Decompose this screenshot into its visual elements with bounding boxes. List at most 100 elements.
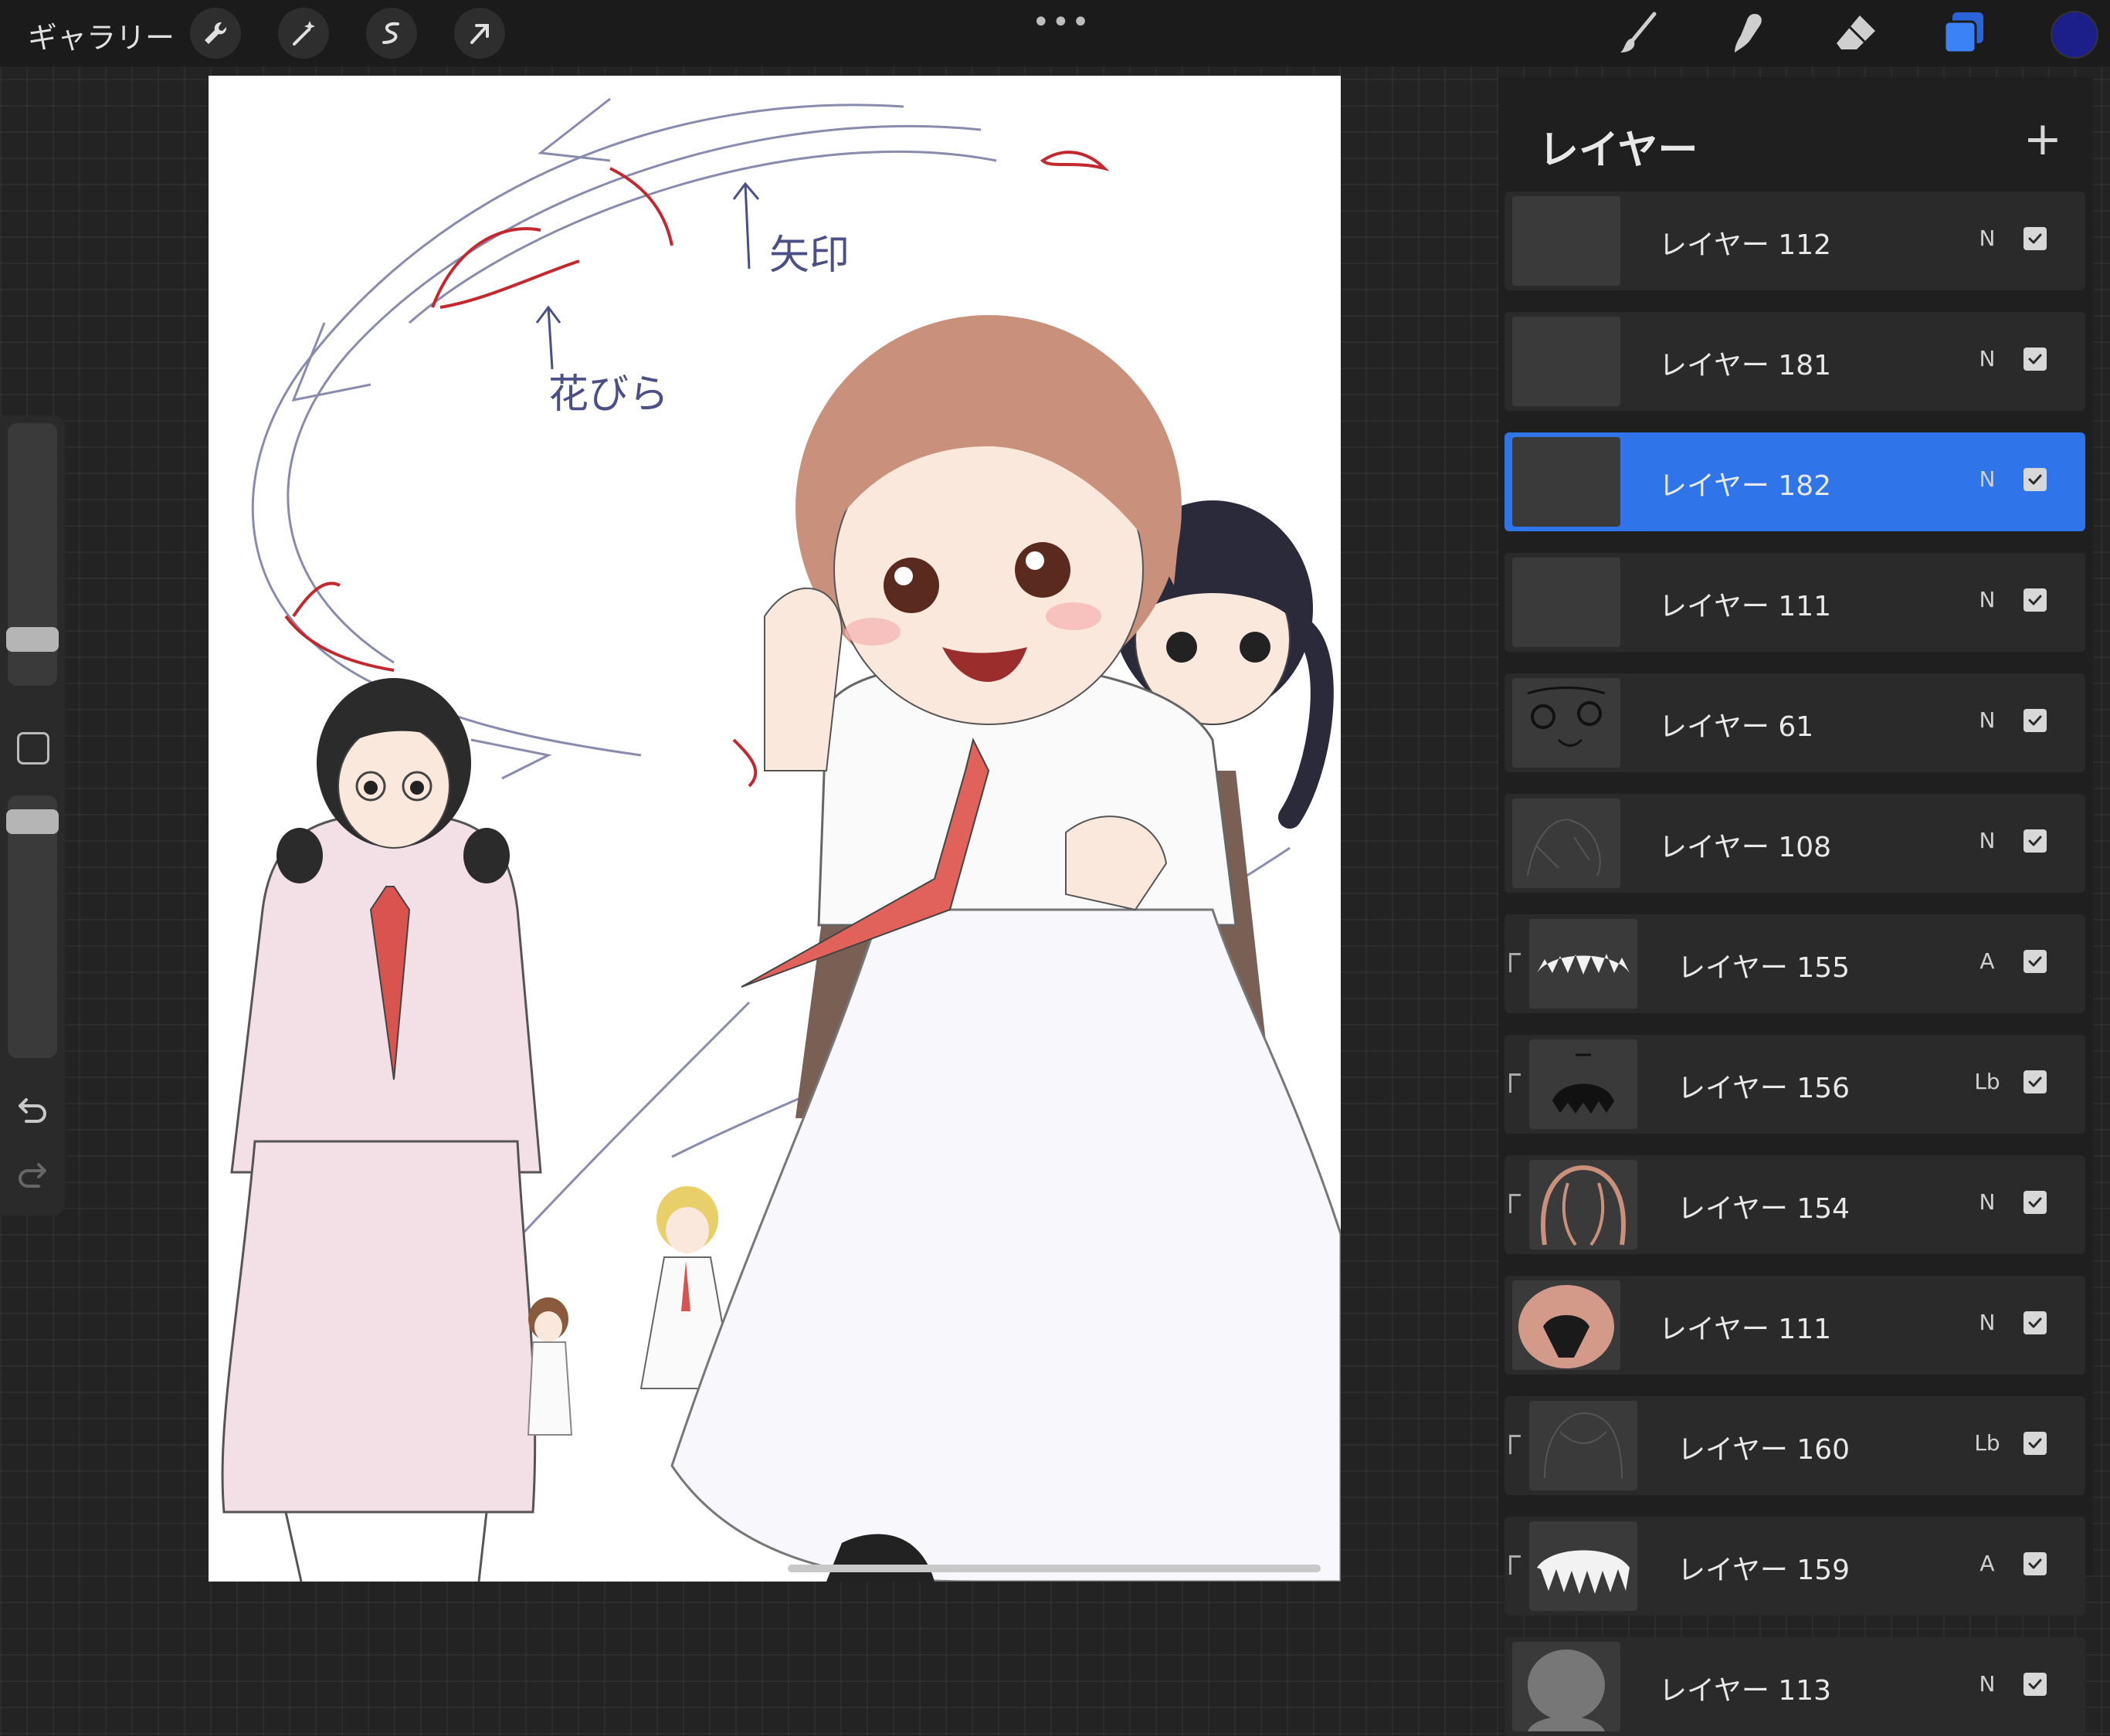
layer-name: レイヤー 108: [1659, 832, 1832, 863]
checkmark-icon: [2028, 474, 2042, 485]
layer-name: レイヤー 155: [1677, 952, 1850, 984]
clipping-mask-indicator: [1509, 953, 1521, 972]
redo-icon[interactable]: [15, 1157, 49, 1191]
checkmark-icon: [2028, 836, 2042, 846]
layer-blend-mode[interactable]: N: [1968, 225, 2007, 251]
layer-visibility-checkbox[interactable]: [2023, 1311, 2047, 1334]
drawing-canvas[interactable]: 矢印 花びら: [209, 76, 1341, 1582]
layer-blend-mode[interactable]: N: [1968, 587, 2007, 612]
color-picker-button[interactable]: [2051, 11, 2098, 59]
layer-visibility-checkbox[interactable]: [2023, 709, 2047, 732]
checkmark-icon: [2028, 1438, 2042, 1449]
layer-row-2[interactable]: レイヤー 182 N: [1504, 432, 2085, 531]
eraser-icon: [1837, 15, 1875, 49]
layer-visibility-checkbox[interactable]: [2023, 950, 2047, 973]
layer-row-9[interactable]: レイヤー 111 N: [1504, 1276, 2085, 1375]
opacity-slider[interactable]: [8, 795, 57, 1058]
eraser-button[interactable]: [1832, 9, 1880, 57]
layer-blend-mode[interactable]: N: [1968, 1671, 2007, 1697]
layer-row-4[interactable]: レイヤー 61 N: [1504, 673, 2085, 772]
layer-name: レイヤー 156: [1677, 1073, 1850, 1104]
layer-blend-mode[interactable]: A: [1968, 1551, 2007, 1576]
layer-visibility-checkbox[interactable]: [2023, 588, 2047, 612]
layer-blend-mode[interactable]: Lb: [1968, 1069, 2007, 1094]
layer-row-11[interactable]: レイヤー 159 A: [1504, 1517, 2085, 1616]
layer-blend-mode[interactable]: N: [1968, 828, 2007, 853]
layer-thumbnail: [1529, 1039, 1637, 1129]
clipping-mask-indicator: [1509, 1073, 1521, 1093]
layer-visibility-checkbox[interactable]: [2023, 227, 2047, 250]
layer-blend-mode[interactable]: N: [1968, 1189, 2007, 1215]
brush-button[interactable]: [1616, 9, 1664, 57]
actions-button[interactable]: [190, 8, 241, 59]
checkmark-icon: [2028, 1558, 2042, 1569]
more-options-button[interactable]: •••: [1032, 5, 1091, 40]
layer-name: レイヤー 113: [1659, 1675, 1832, 1707]
annotation-petals-text: 花びら: [548, 371, 669, 418]
checkmark-icon: [2028, 595, 2042, 605]
clipping-mask-indicator: [1509, 1435, 1521, 1454]
left-sidebar: [0, 415, 65, 1216]
layer-thumbnail: [1512, 798, 1620, 888]
layers-panel-title: レイヤー: [1538, 127, 1698, 174]
layer-thumbnail: [1512, 196, 1620, 286]
layer-name: レイヤー 111: [1659, 591, 1832, 622]
layer-thumbnail: [1529, 1401, 1637, 1490]
layer-name: レイヤー 160: [1677, 1434, 1850, 1466]
layer-visibility-checkbox[interactable]: [2023, 1552, 2047, 1575]
layer-row-10[interactable]: レイヤー 160 Lb: [1504, 1396, 2085, 1495]
layer-visibility-checkbox[interactable]: [2023, 1432, 2047, 1455]
gallery-button[interactable]: ギャラリー: [28, 14, 175, 56]
layer-blend-mode[interactable]: Lb: [1968, 1430, 2007, 1456]
transform-arrow-icon: [470, 24, 489, 44]
layer-blend-mode[interactable]: N: [1968, 466, 2007, 492]
layers-button[interactable]: [1940, 9, 1988, 57]
home-indicator: [788, 1565, 1321, 1572]
layer-row-8[interactable]: レイヤー 154 N: [1504, 1155, 2085, 1254]
layer-blend-mode[interactable]: N: [1968, 346, 2007, 371]
smudge-button[interactable]: [1724, 9, 1772, 57]
layer-visibility-checkbox[interactable]: [2023, 1070, 2047, 1093]
brush-size-thumb[interactable]: [6, 627, 59, 652]
layer-visibility-checkbox[interactable]: [2023, 468, 2047, 491]
top-toolbar: ギャラリー •••: [0, 0, 2110, 66]
layer-blend-mode[interactable]: A: [1968, 948, 2007, 974]
smudge-icon: [1735, 14, 1762, 53]
layer-row-6[interactable]: レイヤー 155 A: [1504, 914, 2085, 1013]
checkmark-icon: [2028, 715, 2042, 726]
layer-thumbnail: [1512, 558, 1620, 647]
undo-icon[interactable]: [15, 1092, 49, 1126]
checkmark-icon: [2028, 1317, 2042, 1328]
layer-row-3[interactable]: レイヤー 111 N: [1504, 553, 2085, 652]
brush-icon: [1620, 12, 1657, 53]
layer-row-12[interactable]: レイヤー 113 N: [1504, 1637, 2085, 1736]
selection-button[interactable]: [366, 8, 417, 59]
layers-icon: [1943, 12, 1983, 54]
clipping-mask-indicator: [1509, 1555, 1521, 1575]
layer-visibility-checkbox[interactable]: [2023, 829, 2047, 853]
checkmark-icon: [2028, 354, 2042, 364]
layer-row-0[interactable]: レイヤー 112 N: [1504, 192, 2085, 290]
artwork: 矢印 花びら: [221, 97, 1341, 1582]
layer-visibility-checkbox[interactable]: [2023, 1191, 2047, 1214]
layer-thumbnail: [1512, 437, 1620, 527]
layer-thumbnail: [1512, 678, 1620, 768]
opacity-thumb[interactable]: [6, 809, 59, 834]
layer-blend-mode[interactable]: N: [1968, 707, 2007, 733]
layer-thumbnail: [1512, 1642, 1620, 1731]
checkmark-icon: [2028, 1197, 2042, 1208]
adjustments-button[interactable]: [278, 8, 329, 59]
layer-visibility-checkbox[interactable]: [2023, 1673, 2047, 1696]
layer-visibility-checkbox[interactable]: [2023, 348, 2047, 371]
layer-name: レイヤー 112: [1659, 229, 1832, 261]
layer-thumbnail: [1512, 317, 1620, 406]
layer-row-7[interactable]: レイヤー 156 Lb: [1504, 1035, 2085, 1134]
layer-row-5[interactable]: レイヤー 108 N: [1504, 794, 2085, 893]
eyedropper-modify-button[interactable]: [17, 732, 49, 765]
add-layer-button[interactable]: +: [2023, 116, 2062, 162]
layer-row-1[interactable]: レイヤー 181 N: [1504, 312, 2085, 411]
layer-name: レイヤー 159: [1677, 1555, 1850, 1586]
layer-blend-mode[interactable]: N: [1968, 1310, 2007, 1335]
transform-button[interactable]: [454, 8, 505, 59]
layer-name: レイヤー 61: [1659, 711, 1814, 743]
